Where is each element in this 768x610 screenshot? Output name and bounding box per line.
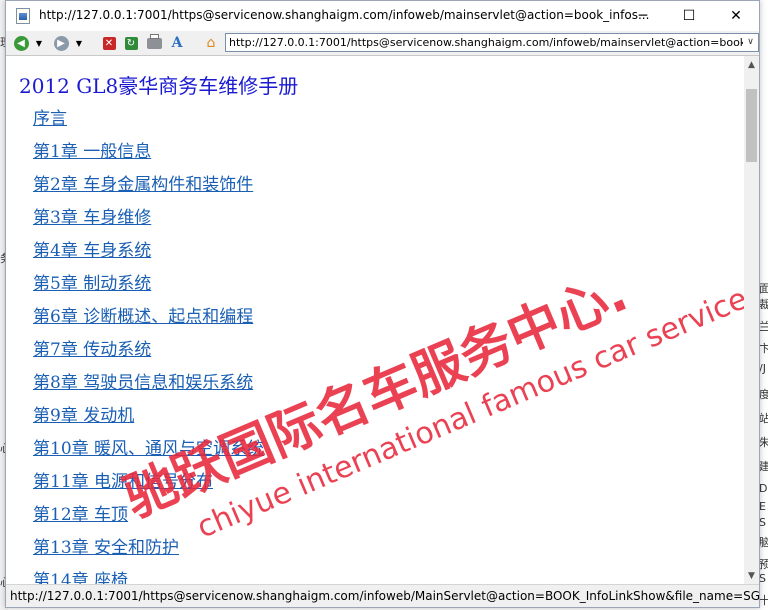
vertical-scrollbar[interactable]: ▲ ▼ [744,56,759,584]
bg-glyph: 建 [759,460,768,473]
toc-link-chapter-2[interactable]: 第2章 车身金属构件和装饰件 [33,175,253,195]
list-item: 第4章 车身系统 [33,236,264,269]
chevron-down-icon: ▼ [35,38,43,48]
list-item: 第10章 暖风、通风与空调系统 [33,434,264,467]
font-icon: A [171,35,183,51]
address-dropdown[interactable]: ∨ [743,34,758,51]
bg-glyph: 卞 [759,342,768,355]
toc-link-chapter-11[interactable]: 第11章 电源和信号分布 [33,472,213,492]
bg-glyph: 站 [759,412,768,425]
list-item: 序言 [33,104,264,137]
list-item: 第8章 驾驶员信息和娱乐系统 [33,368,264,401]
toc-link-chapter-10[interactable]: 第10章 暖风、通风与空调系统 [33,439,264,459]
bg-glyph: S [759,516,766,529]
window-title: http://127.0.0.1:7001/https@servicenow.s… [39,8,650,22]
home-button[interactable]: ⌂ [202,34,220,52]
back-icon: ◀ [13,35,29,51]
toc-link-chapter-4[interactable]: 第4章 车身系统 [33,241,151,261]
toc-link-preface[interactable]: 序言 [33,109,67,129]
bg-glyph: 朱 [759,436,768,449]
bg-glyph: D [759,482,768,495]
back-history-dropdown[interactable]: ▼ [34,34,44,52]
toc-link-chapter-5[interactable]: 第5章 制动系统 [33,274,151,294]
list-item: 第14章 座椅 [33,566,264,584]
toc-link-chapter-6[interactable]: 第6章 诊断概述、起点和编程 [33,307,253,327]
chevron-down-icon: ∨ [747,37,754,47]
bg-glyph: /J [759,362,766,375]
forward-icon: ▶ [53,35,69,51]
bg-glyph: 脑 [759,536,768,549]
chevron-down-icon: ▼ [75,38,83,48]
bg-glyph: E [759,500,766,513]
bg-glyph: 预 [759,558,768,571]
toc-link-chapter-1[interactable]: 第1章 一般信息 [33,142,151,162]
toc-link-chapter-3[interactable]: 第3章 车身维修 [33,208,151,228]
title-bar[interactable]: http://127.0.0.1:7001/https@servicenow.s… [6,1,759,31]
bg-glyph: 面 [759,282,768,295]
forward-button[interactable]: ▶ [52,34,70,52]
toc-link-chapter-14[interactable]: 第14章 座椅 [33,571,128,584]
toc-link-chapter-8[interactable]: 第8章 驾驶员信息和娱乐系统 [33,373,253,393]
home-icon: ⌂ [206,35,216,51]
toc-link-chapter-9[interactable]: 第9章 发动机 [33,406,134,426]
stop-button[interactable]: ✕ [100,34,118,52]
toc-link-chapter-12[interactable]: 第12章 车顶 [33,505,128,525]
list-item: 第13章 安全和防护 [33,533,264,566]
list-item: 第11章 电源和信号分布 [33,467,264,500]
refresh-icon: ↻ [124,36,138,50]
scroll-up-button[interactable]: ▲ [744,56,759,73]
list-item: 第9章 发动机 [33,401,264,434]
list-item: 第1章 一般信息 [33,137,264,170]
list-item: 第12章 车顶 [33,500,264,533]
status-bar: http://127.0.0.1:7001/https@servicenow.s… [6,584,759,607]
page-icon [16,8,30,24]
status-link-url: http://127.0.0.1:7001/https@servicenow.s… [10,589,759,603]
stop-icon: ✕ [102,36,116,50]
font-size-button[interactable]: A [168,34,186,52]
page-content: 2012 GL8豪华商务车维修手册 序言 第1章 一般信息 第2章 车身金属构件… [6,56,744,584]
bg-glyph: 十 [759,594,768,607]
browser-toolbar: ◀ ▼ ▶ ▼ ✕ ↻ A ⌂ http://127.0.0.1:7001/ht… [6,31,759,56]
toc-link-chapter-7[interactable]: 第7章 传动系统 [33,340,151,360]
minimize-button[interactable]: ─ [620,1,666,31]
chevron-down-icon: ▼ [748,570,755,581]
list-item: 第6章 诊断概述、起点和编程 [33,302,264,335]
forward-history-dropdown[interactable]: ▼ [74,34,84,52]
browser-window: http://127.0.0.1:7001/https@servicenow.s… [5,0,760,608]
bg-glyph: 度 [759,388,768,401]
bg-glyph: 裁 [759,298,768,311]
book-title: 2012 GL8豪华商务车维修手册 [19,74,299,98]
bg-glyph: S [759,572,766,585]
refresh-button[interactable]: ↻ [122,34,140,52]
list-item: 第5章 制动系统 [33,269,264,302]
address-bar[interactable]: http://127.0.0.1:7001/https@servicenow.s… [225,33,759,52]
scrollbar-thumb[interactable] [746,89,757,162]
list-item: 第7章 传动系统 [33,335,264,368]
list-item: 第2章 车身金属构件和装饰件 [33,170,264,203]
print-button[interactable] [144,33,164,52]
list-item: 第3章 车身维修 [33,203,264,236]
watermark-english-text: chiyue international famous car service … [192,239,744,545]
toc-link-chapter-13[interactable]: 第13章 安全和防护 [33,538,179,558]
print-icon [146,33,162,49]
maximize-button[interactable]: ☐ [666,1,712,31]
close-button[interactable]: ✕ [713,1,759,31]
bg-glyph: 兰 [759,320,768,333]
back-button[interactable]: ◀ [12,34,30,52]
address-text: http://127.0.0.1:7001/https@servicenow.s… [229,36,758,49]
chevron-up-icon: ▲ [748,59,755,70]
table-of-contents: 序言 第1章 一般信息 第2章 车身金属构件和装饰件 第3章 车身维修 第4章 … [33,104,264,584]
scroll-down-button[interactable]: ▼ [744,567,759,584]
